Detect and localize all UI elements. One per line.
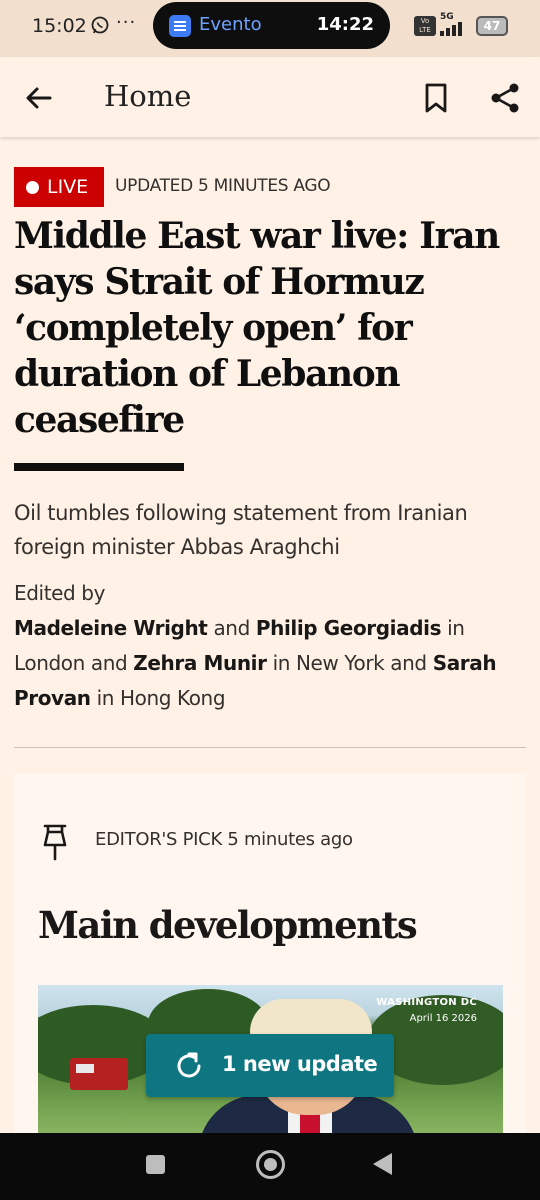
battery-icon: 47: [476, 16, 508, 36]
evento-app-icon: [169, 15, 191, 37]
photo-location: WASHINGTON DC: [376, 997, 477, 1008]
page-title: Home: [104, 79, 192, 113]
bookmark-icon[interactable]: [420, 81, 452, 115]
dynamic-island[interactable]: Evento 14:22: [153, 2, 390, 49]
refresh-icon: [177, 1052, 201, 1078]
article-standfirst: Oil tumbles following statement from Ira…: [14, 501, 468, 559]
edited-by-label: Edited by: [14, 581, 106, 605]
more-notifications-icon: ···: [116, 12, 137, 33]
live-label: LIVE: [47, 176, 89, 198]
article-headline: Middle East war live: Iran says Strait o…: [14, 215, 500, 441]
editors-pick-label: EDITOR'S PICK 5 minutes ago: [95, 829, 353, 850]
network-type: 5G: [440, 12, 454, 22]
system-nav-bar: [0, 1133, 540, 1200]
pill-time: 14:22: [316, 14, 374, 35]
photo-date: April 16 2026: [409, 1013, 477, 1024]
back-icon[interactable]: [373, 1153, 392, 1175]
live-dot-icon: [26, 181, 39, 194]
new-update-label: 1 new update: [222, 1052, 378, 1076]
recent-apps-icon[interactable]: [146, 1155, 165, 1174]
share-icon[interactable]: [488, 81, 522, 115]
editors-line: Madeleine Wright and Philip Georgiadis i…: [14, 616, 497, 710]
new-update-button[interactable]: 1 new update: [146, 1034, 394, 1097]
status-bar: 15:02 ··· Evento 14:22 Vo LTE 5G 47: [0, 0, 540, 57]
pin-icon: [43, 824, 67, 861]
signal-icon: [440, 22, 468, 36]
updated-timestamp: UPDATED 5 MINUTES AGO: [115, 176, 331, 196]
whatsapp-icon: [91, 16, 109, 34]
live-badge: LIVE: [14, 167, 104, 207]
volte-icon: Vo LTE: [414, 16, 436, 36]
editor-name[interactable]: Zehra Munir: [133, 651, 267, 675]
section-divider: [14, 747, 526, 748]
arrow-back-icon[interactable]: [22, 81, 56, 115]
headline-rule: [14, 463, 184, 471]
editor-name[interactable]: Madeleine Wright: [14, 616, 208, 640]
status-time: 15:02: [32, 15, 87, 37]
home-icon[interactable]: [256, 1150, 285, 1179]
app-bar: Home: [0, 57, 540, 137]
edited-by-block: Edited by Madeleine Wright and Philip Ge…: [14, 576, 529, 716]
main-developments-title: Main developments: [38, 903, 418, 947]
editor-name[interactable]: Philip Georgiadis: [256, 616, 442, 640]
photo-truck: [70, 1058, 128, 1090]
pill-app-name: Evento: [199, 14, 262, 35]
